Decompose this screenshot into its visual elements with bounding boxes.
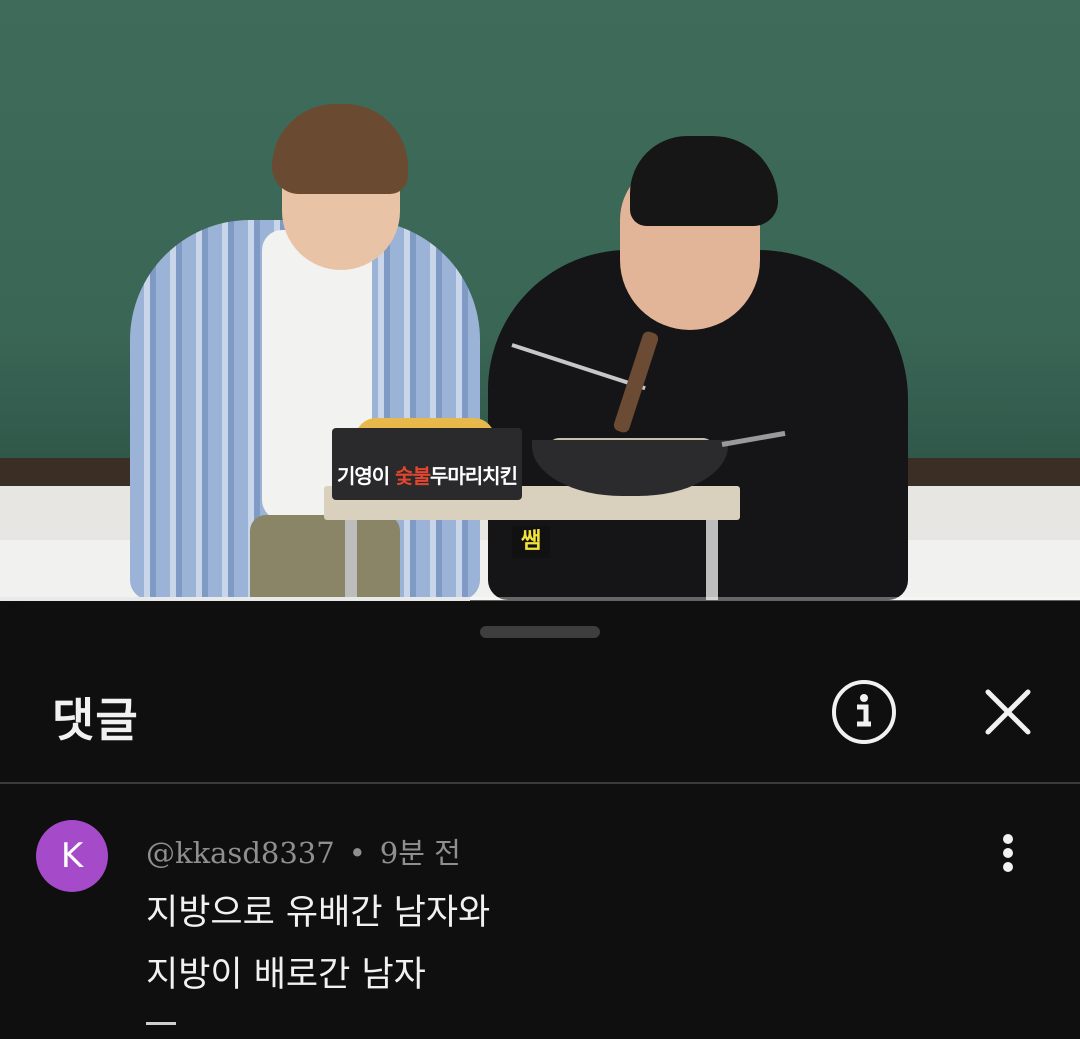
meta-separator: • (348, 836, 366, 870)
video-progress-fill (0, 597, 470, 601)
person-right-hair (630, 136, 778, 226)
close-icon[interactable] (978, 682, 1038, 742)
next-comment-partial (146, 1022, 176, 1039)
video-player[interactable]: 기영이 숯불두마리치킨 쌤 (0, 0, 1080, 600)
comments-sheet: 댓글 K @kkasd8337 • 9분 전 지방으로 유배간 남자와 지방이 배로… (0, 602, 1080, 1036)
person-left-pants (250, 515, 400, 600)
table-leg (706, 520, 718, 600)
more-vertical-icon[interactable] (988, 830, 1028, 876)
video-progress-bar[interactable] (0, 597, 1080, 601)
comment-time: 9분 전 (379, 836, 461, 870)
info-icon[interactable] (830, 678, 898, 746)
box-label-prefix: 기영이 (337, 464, 396, 488)
chicken-box-label: 기영이 숯불두마리치킨 (336, 460, 518, 492)
sheet-title: 댓글 (52, 693, 139, 747)
comment-username[interactable]: @kkasd8337 (146, 836, 335, 870)
video-caption: 쌤 (512, 526, 551, 558)
comment-text-line: 지방으로 유배간 남자와 (146, 893, 491, 933)
comment-meta: @kkasd8337 • 9분 전 (146, 830, 461, 872)
sheet-divider (0, 782, 1080, 784)
sheet-drag-handle[interactable] (480, 626, 600, 638)
avatar[interactable]: K (36, 820, 108, 892)
table-leg (345, 520, 357, 600)
comment-text-line: 지방이 배로간 남자 (146, 955, 426, 995)
box-label-highlight: 숯불 (395, 464, 431, 488)
person-left-hair (272, 104, 408, 194)
box-label-suffix: 두마리치킨 (429, 464, 518, 488)
